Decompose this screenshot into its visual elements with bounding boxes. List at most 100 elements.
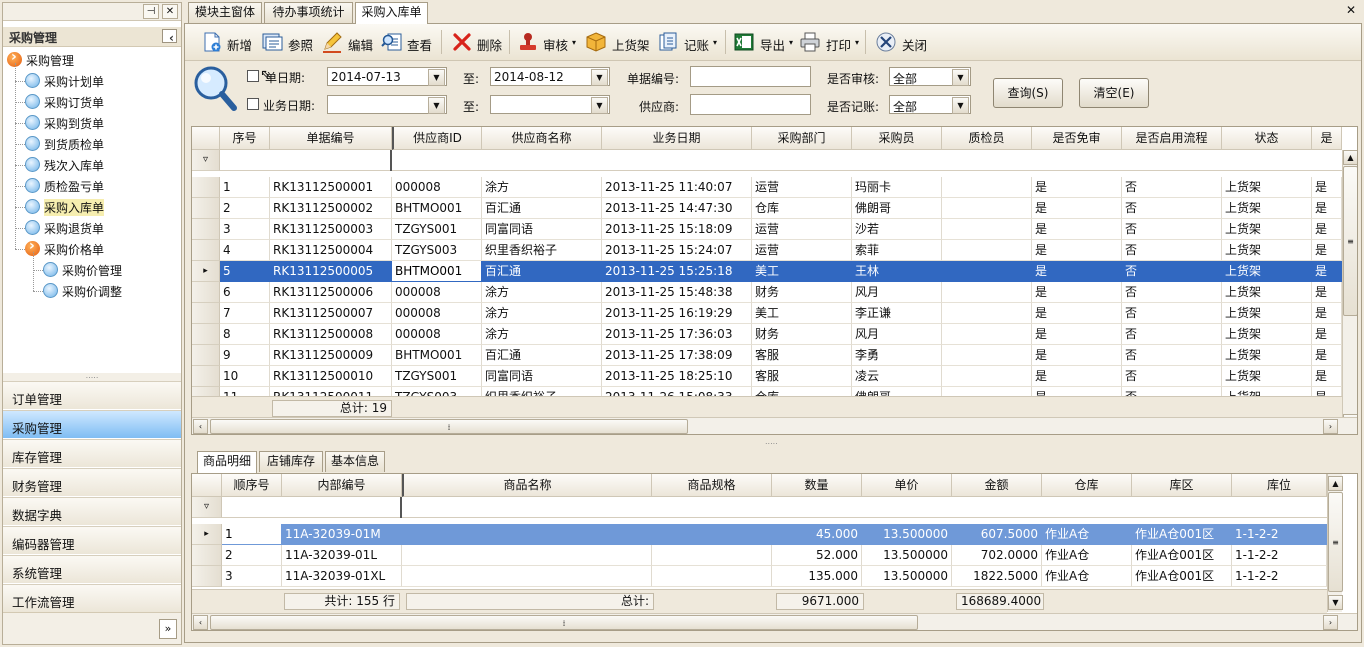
reference-button[interactable]: 参照 <box>261 30 317 54</box>
close-tab-button[interactable]: ✕ <box>1343 3 1359 19</box>
edit-button[interactable]: 编辑 <box>321 30 377 54</box>
row-indicator[interactable] <box>192 566 222 587</box>
chevron-down-icon[interactable]: ▼ <box>952 97 969 114</box>
clear-button[interactable]: 清空(E) <box>1079 78 1149 108</box>
order-date-to-picker[interactable]: 2014-08-12 ▼ <box>490 67 610 86</box>
row-indicator[interactable] <box>192 219 220 240</box>
vertical-scrollbar[interactable]: ▲≡▼ <box>1327 474 1343 612</box>
row-indicator[interactable] <box>192 324 220 345</box>
bill-no-input[interactable] <box>690 66 811 87</box>
tree-item[interactable]: 采购入库单 <box>3 196 181 217</box>
order-date-from-picker[interactable]: 2014-07-13 ▼ <box>327 67 447 86</box>
table-row[interactable]: ▸ 5 RK13112500005 BHTMO001 百汇通 2013-11-25 15:… <box>192 261 1342 282</box>
row-indicator[interactable] <box>192 366 220 387</box>
detail-tab[interactable]: 基本信息 <box>325 451 385 472</box>
audit-button[interactable]: 审核 ▾ <box>517 30 579 54</box>
print-button[interactable]: 打印 ▾ <box>799 30 861 54</box>
row-indicator[interactable] <box>192 303 220 324</box>
row-indicator[interactable] <box>192 177 220 198</box>
post-button[interactable]: 记账 ▾ <box>657 30 719 54</box>
scroll-left-icon[interactable]: ‹ <box>193 419 208 434</box>
table-row[interactable]: 4 RK13112500004 TZGYS003 织里香织裕子 2013-11-25 1… <box>192 240 1342 261</box>
row-indicator[interactable]: ▸ <box>192 261 220 282</box>
column-header[interactable]: 供应商名称 <box>482 127 602 150</box>
table-row[interactable]: 2 RK13112500002 BHTMO001 百汇通 2013-11-25 14:4… <box>192 198 1342 219</box>
table-row[interactable]: ▸ 1 11A-32039-01M 45.000 13.500000 607.5000 作业… <box>192 524 1327 545</box>
tree-item[interactable]: 残次入库单 <box>3 154 181 175</box>
table-row[interactable]: 7 RK13112500007 000008 涂方 2013-11-25 16:19:2… <box>192 303 1342 324</box>
column-header[interactable]: 采购员 <box>852 127 942 150</box>
scroll-up-icon[interactable]: ▲ <box>1343 150 1357 165</box>
biz-date-from-picker[interactable]: ▼ <box>327 95 447 114</box>
supplier-input[interactable] <box>690 94 811 115</box>
filter-icon[interactable]: ▿ <box>192 150 220 171</box>
tab[interactable]: 模块主窗体 <box>188 2 262 23</box>
row-indicator[interactable] <box>192 545 222 566</box>
more-modules-button[interactable]: » <box>159 619 177 639</box>
horizontal-scrollbar[interactable]: ‹ ⁞ › <box>192 613 1357 630</box>
column-header[interactable]: 质检员 <box>942 127 1032 150</box>
vertical-scrollbar[interactable]: ▲≡▼ <box>1342 150 1357 431</box>
module-button[interactable]: 订单管理 <box>3 381 181 409</box>
module-button[interactable]: 工作流管理 <box>3 584 181 612</box>
filter-row[interactable] <box>192 150 1342 171</box>
panel-splitter[interactable]: ..... <box>3 372 181 381</box>
column-header[interactable]: 商品名称 <box>402 474 652 497</box>
module-button[interactable]: 编码器管理 <box>3 526 181 554</box>
query-button[interactable]: 查询(S) <box>993 78 1063 108</box>
tab[interactable]: 待办事项统计 <box>264 2 353 23</box>
scroll-left-icon[interactable]: ‹ <box>193 615 208 630</box>
column-header[interactable]: 内部编号 <box>282 474 402 497</box>
biz-date-checkbox[interactable] <box>247 98 259 110</box>
scrollbar-thumb[interactable]: ⁞ <box>210 419 688 434</box>
row-indicator[interactable]: ▸ <box>192 524 222 545</box>
chevron-down-icon[interactable]: ▼ <box>591 69 608 86</box>
column-header[interactable]: 序号 <box>220 127 270 150</box>
scroll-down-icon[interactable]: ▼ <box>1328 595 1343 610</box>
tree-item[interactable]: 采购退货单 <box>3 217 181 238</box>
row-indicator[interactable] <box>192 198 220 219</box>
biz-date-to-picker[interactable]: ▼ <box>490 95 610 114</box>
row-indicator[interactable] <box>192 240 220 261</box>
column-header[interactable]: 库区 <box>1132 474 1232 497</box>
scroll-up-icon[interactable]: ▲ <box>1328 476 1343 491</box>
column-header[interactable]: 顺序号 <box>222 474 282 497</box>
scrollbar-thumb[interactable]: ⁞ <box>210 615 918 630</box>
detail-tab[interactable]: 店铺库存 <box>259 451 323 472</box>
module-button[interactable]: 系统管理 <box>3 555 181 583</box>
scroll-right-icon[interactable]: › <box>1323 615 1338 630</box>
detail-tab[interactable]: 商品明细 <box>197 451 257 473</box>
module-button[interactable]: 库存管理 <box>3 439 181 467</box>
column-header[interactable]: 库位 <box>1232 474 1327 497</box>
horizontal-scrollbar[interactable]: ‹ ⁞ › <box>192 417 1357 434</box>
scroll-right-icon[interactable]: › <box>1323 419 1338 434</box>
pin-button[interactable]: ⊣ <box>143 4 159 19</box>
delete-button[interactable]: 删除 <box>451 30 507 54</box>
table-row[interactable]: 10 RK13112500010 TZGYS001 同富同语 2013-11-25 18… <box>192 366 1342 387</box>
table-row[interactable]: 1 RK13112500001 000008 涂方 2013-11-25 11:40:0… <box>192 177 1342 198</box>
column-header[interactable]: 供应商ID <box>392 127 482 150</box>
collapse-button[interactable]: ‹ <box>162 29 177 44</box>
table-row[interactable]: 3 11A-32039-01XL 135.000 13.500000 1822.5000… <box>192 566 1327 587</box>
tree-item[interactable]: 采购价管理 <box>3 259 181 280</box>
module-button[interactable]: 数据字典 <box>3 497 181 525</box>
column-header[interactable]: 状态 <box>1222 127 1312 150</box>
column-header[interactable]: 金额 <box>952 474 1042 497</box>
column-header[interactable]: 采购部门 <box>752 127 852 150</box>
filter-icon[interactable]: ▿ <box>192 497 222 518</box>
close-button[interactable]: 关闭 <box>875 30 931 54</box>
chevron-down-icon[interactable]: ▼ <box>428 97 445 114</box>
tree-item[interactable]: 采购价调整 <box>3 280 181 301</box>
row-indicator[interactable] <box>192 345 220 366</box>
column-header[interactable]: 仓库 <box>1042 474 1132 497</box>
table-row[interactable]: 2 11A-32039-01L 52.000 13.500000 702.0000 作业A… <box>192 545 1327 566</box>
audited-select[interactable]: 全部 ▼ <box>889 67 971 86</box>
close-panel-button[interactable]: ✕ <box>162 4 178 19</box>
table-row[interactable]: 8 RK13112500008 000008 涂方 2013-11-25 17:36:0… <box>192 324 1342 345</box>
module-button[interactable]: 财务管理 <box>3 468 181 496</box>
column-header[interactable]: 是 <box>1312 127 1342 150</box>
column-header[interactable]: 业务日期 <box>602 127 752 150</box>
tab[interactable]: 采购入库单 <box>355 2 428 24</box>
scrollbar-thumb[interactable]: ≡ <box>1343 166 1357 316</box>
row-indicator[interactable] <box>192 282 220 303</box>
